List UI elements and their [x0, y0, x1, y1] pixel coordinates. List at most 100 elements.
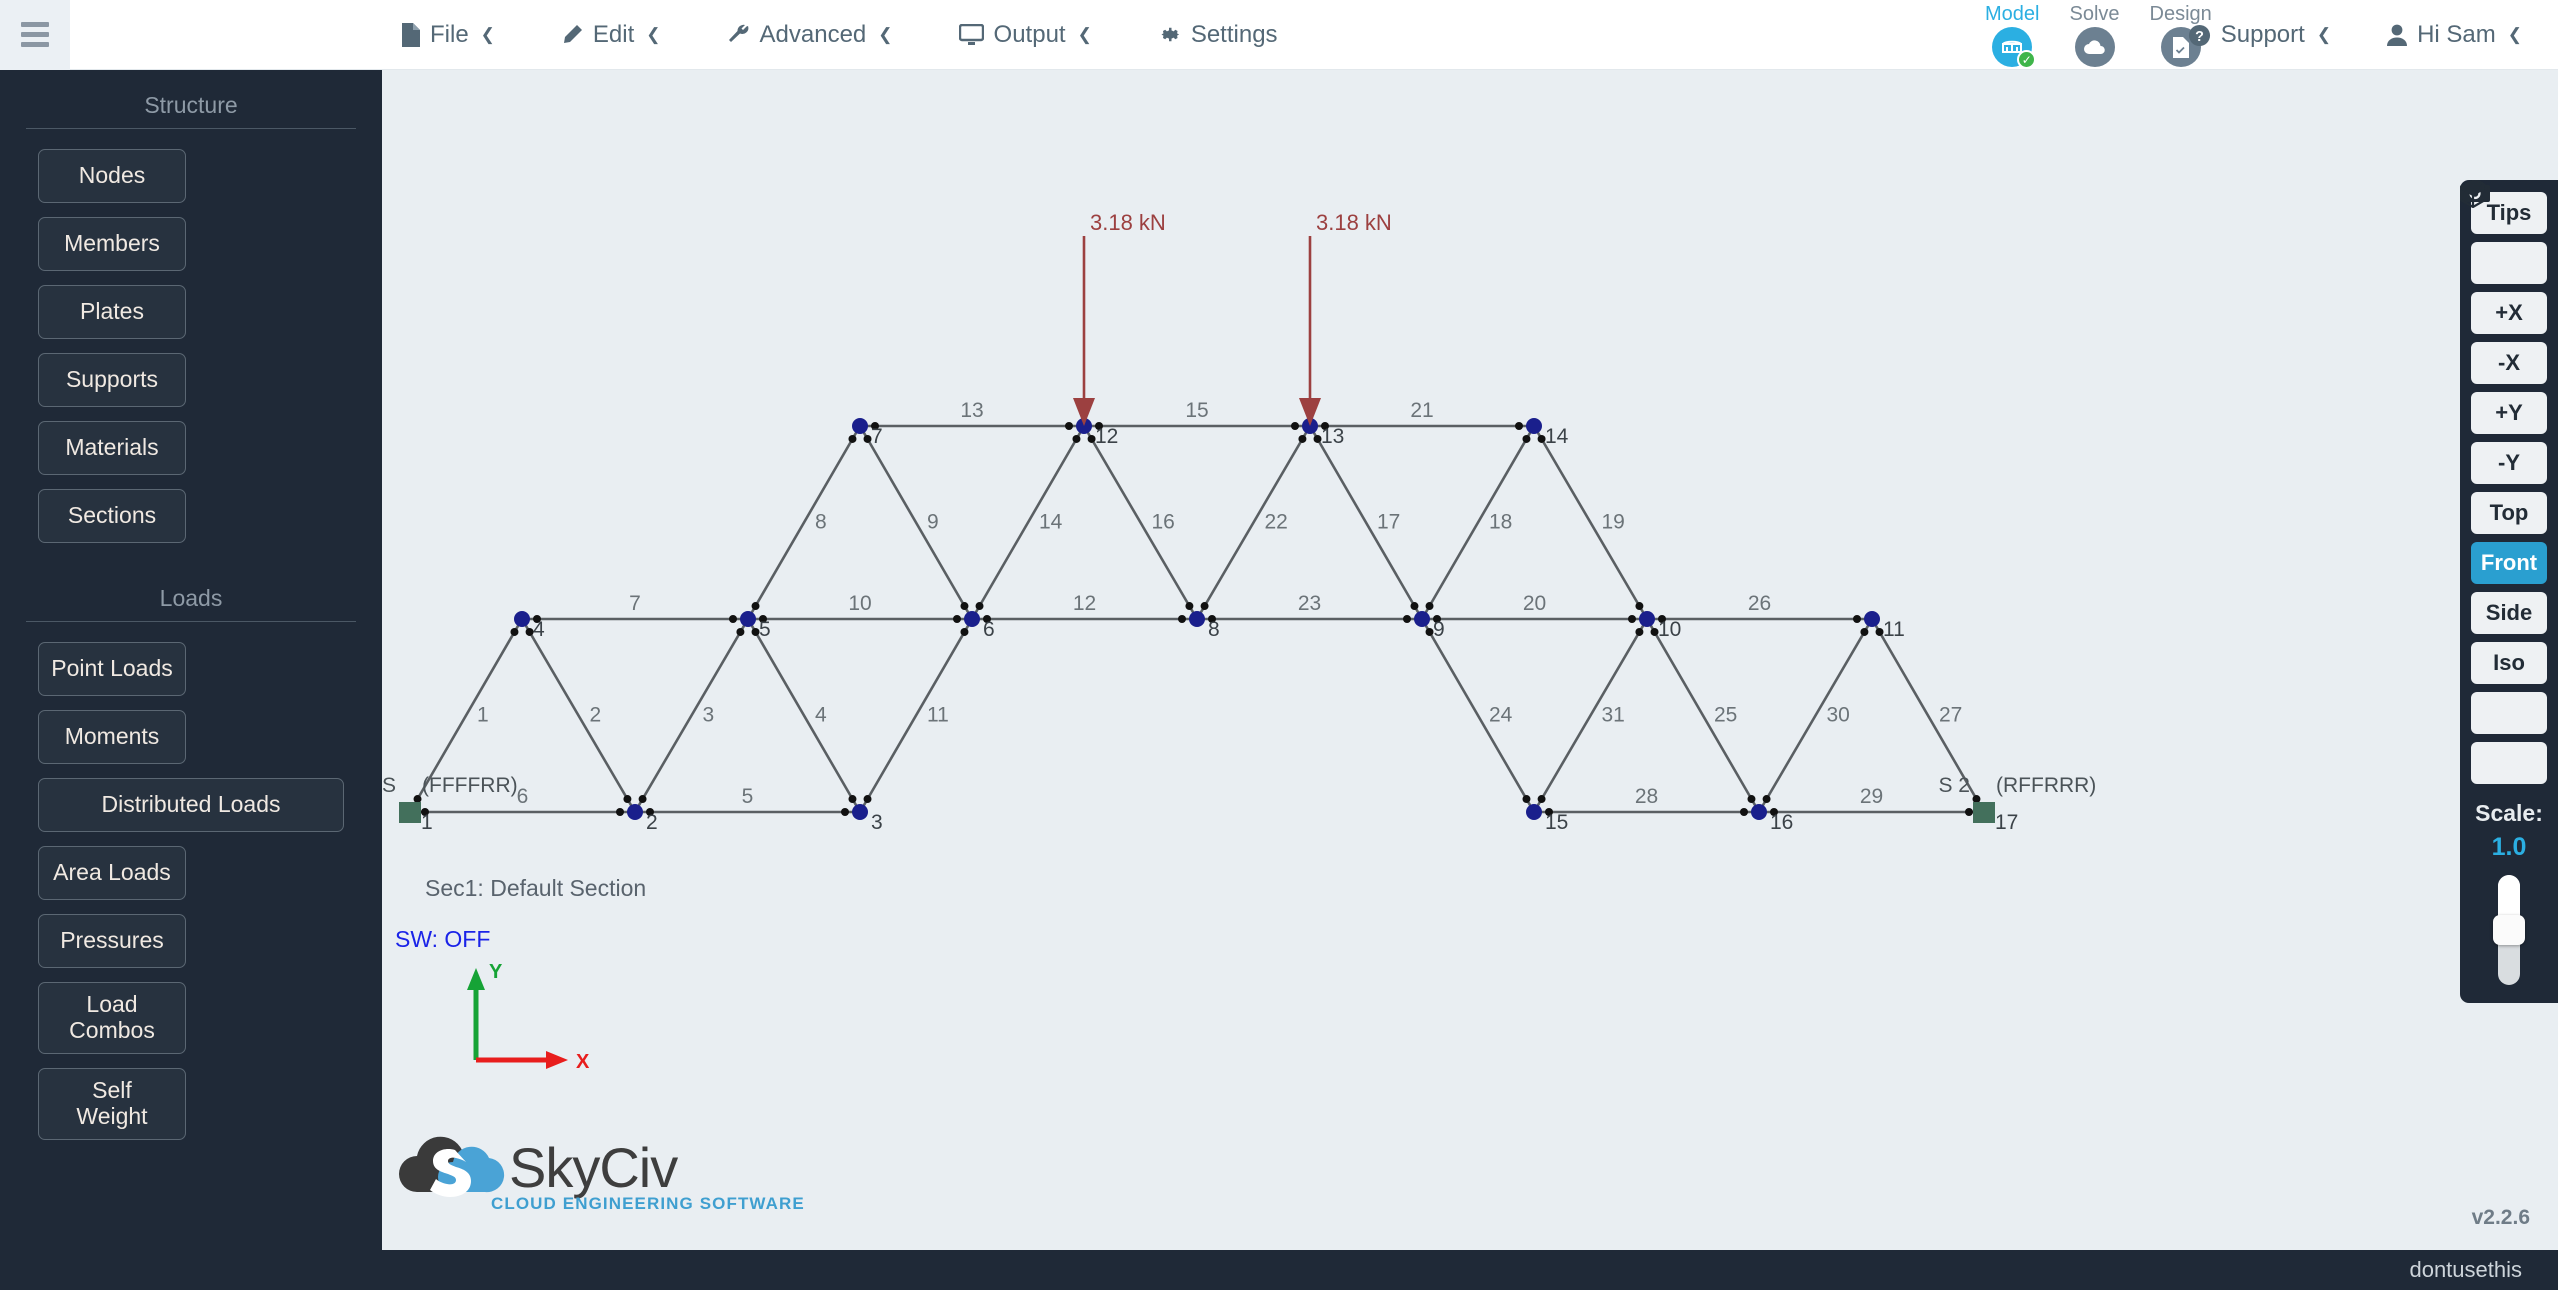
chevron-down-icon: ❮ — [2507, 25, 2522, 44]
truss-member[interactable]: 30 — [1757, 618, 1874, 813]
hamburger-menu-button[interactable] — [0, 0, 70, 70]
point-load-label: 3.18 kN — [1316, 210, 1392, 235]
truss-node[interactable]: 8 — [1189, 611, 1220, 641]
truss-member[interactable]: 5 — [635, 785, 860, 816]
truss-member[interactable]: 19 — [1532, 425, 1649, 620]
sidebar-item-members[interactable]: Members — [38, 217, 186, 271]
member-label: 18 — [1489, 511, 1512, 534]
truss-member[interactable]: 23 — [1197, 592, 1422, 623]
truss-node[interactable]: 5 — [740, 611, 771, 641]
member-label: 17 — [1377, 511, 1400, 534]
member-end-marker — [960, 602, 969, 611]
truss-member[interactable]: 16 — [1082, 425, 1199, 620]
view-plus-y-button[interactable]: +Y — [2471, 392, 2547, 434]
view-top-button[interactable]: Top — [2471, 492, 2547, 534]
menu-item-edit[interactable]: Edit ❮ — [561, 21, 661, 49]
sidebar-item-sections[interactable]: Sections — [38, 489, 186, 543]
sidebar-item-pressures[interactable]: Pressures — [38, 914, 186, 968]
cloud-icon — [2074, 27, 2115, 67]
visibility-toggle-button[interactable] — [2460, 180, 2547, 284]
support-label: S 2 — [1938, 774, 1970, 797]
skyciv-cloud-mark — [395, 1134, 505, 1200]
point-load[interactable]: 3.18 kN — [1073, 210, 1166, 426]
view-plus-x-button[interactable]: +X — [2471, 292, 2547, 334]
sidebar-item-nodes[interactable]: Nodes — [38, 149, 186, 203]
sidebar-item-area-loads[interactable]: Area Loads — [38, 846, 186, 900]
truss-member[interactable]: 3 — [633, 618, 750, 813]
node-label: 2 — [646, 811, 658, 834]
menu-item-edit-label: Edit — [592, 20, 635, 48]
render-3d-button[interactable] — [2460, 180, 2547, 784]
view-minus-y-button[interactable]: -Y — [2471, 442, 2547, 484]
scale-slider[interactable] — [2493, 875, 2525, 985]
truss-node[interactable]: 11 — [1864, 611, 1905, 641]
truss-node[interactable]: 14 — [1526, 418, 1569, 448]
truss-node[interactable]: 6 — [964, 611, 995, 641]
sidebar-section-title-loads: Loads — [159, 585, 223, 611]
pencil-icon — [561, 24, 583, 46]
sidebar-group-loads: Point Loads Moments Distributed Loads Ar… — [0, 642, 382, 1140]
truss-member[interactable]: 31 — [1532, 618, 1649, 813]
truss-member[interactable]: 7 — [522, 592, 748, 623]
truss-node[interactable]: 9 — [1414, 611, 1445, 641]
truss-node[interactable]: 2 — [627, 804, 658, 834]
member-end-marker — [1537, 795, 1546, 804]
truss-member[interactable]: 14 — [970, 425, 1086, 620]
node-label: 8 — [1208, 618, 1220, 641]
view-iso-button[interactable]: Iso — [2471, 642, 2547, 684]
truss-member[interactable]: 12 — [972, 592, 1197, 623]
truss-member[interactable]: 2 — [520, 618, 637, 813]
truss-member[interactable]: 17 — [1308, 425, 1424, 620]
truss-member[interactable]: 22 — [1195, 425, 1312, 620]
support-fixity-label: (FFFFRR) — [422, 774, 518, 797]
support-menu[interactable]: ? Support ❮ — [2188, 21, 2331, 49]
menu-item-output[interactable]: Output ❮ — [958, 21, 1092, 49]
view-side-button[interactable]: Side — [2471, 592, 2547, 634]
menu-item-advanced[interactable]: Advanced ❮ — [727, 21, 893, 49]
sidebar-item-point-loads[interactable]: Point Loads — [38, 642, 186, 696]
menu-item-settings[interactable]: Settings — [1158, 21, 1278, 49]
sidebar-divider — [26, 621, 356, 622]
node-label: 17 — [1995, 811, 2018, 834]
truss-member[interactable]: 24 — [1420, 618, 1536, 813]
truss-node[interactable]: 3 — [852, 804, 883, 834]
member-label: 19 — [1602, 511, 1625, 534]
user-menu[interactable]: Hi Sam ❮ — [2387, 21, 2522, 49]
sidebar-item-moments[interactable]: Moments — [38, 710, 186, 764]
sidebar-item-self-weight[interactable]: Self Weight — [38, 1068, 186, 1140]
sidebar-item-load-combos[interactable]: Load Combos — [38, 982, 186, 1054]
support-marker[interactable]: S (FFFFRR) — [382, 774, 518, 823]
truss-node[interactable]: 7 — [852, 418, 883, 448]
member-label: 24 — [1489, 704, 1513, 727]
sidebar-item-distributed-loads[interactable]: Distributed Loads — [38, 778, 344, 832]
view-minus-x-button[interactable]: -X — [2471, 342, 2547, 384]
member-label: 28 — [1635, 785, 1658, 808]
truss-member[interactable]: 10 — [748, 592, 972, 623]
mode-solve[interactable]: Solve — [2069, 3, 2120, 67]
hamburger-bar — [21, 22, 49, 27]
truss-member[interactable]: 18 — [1420, 425, 1536, 620]
truss-node[interactable]: 4 — [514, 611, 545, 641]
truss-member[interactable]: 20 — [1422, 592, 1647, 623]
help-circle-icon: ? — [2188, 24, 2211, 47]
self-weight-note: SW: OFF — [395, 926, 491, 952]
screenshot-button[interactable] — [2460, 182, 2547, 734]
member-label: 3 — [703, 704, 715, 727]
chevron-down-icon: ❮ — [1077, 24, 1092, 44]
truss-member[interactable]: 13 — [860, 399, 1084, 430]
scale-slider-thumb[interactable] — [2493, 915, 2525, 945]
sidebar-item-plates[interactable]: Plates — [38, 285, 186, 339]
truss-member[interactable]: 11 — [858, 618, 974, 813]
sidebar-item-supports[interactable]: Supports — [38, 353, 186, 407]
model-canvas[interactable]: 1 2 3 4 5 6 7 8 9 10 11 12 13 14 15 16 17 18 19 20 21 22 23 24 2… — [382, 70, 2558, 1250]
view-front-button[interactable]: Front — [2471, 542, 2547, 584]
top-header: File ❮ Edit ❮ Advanced ❮ Output ❮ Settin… — [0, 0, 2558, 70]
mode-model[interactable]: Model ✓ — [1985, 3, 2039, 69]
truss-member[interactable]: 25 — [1645, 618, 1761, 813]
truss-member[interactable]: 4 — [746, 618, 862, 813]
menu-item-file[interactable]: File ❮ — [400, 21, 495, 49]
truss-member[interactable]: 8 — [746, 425, 862, 620]
truss-member[interactable]: 9 — [858, 425, 974, 620]
sidebar-item-materials[interactable]: Materials — [38, 421, 186, 475]
point-load[interactable]: 3.18 kN — [1299, 210, 1392, 426]
